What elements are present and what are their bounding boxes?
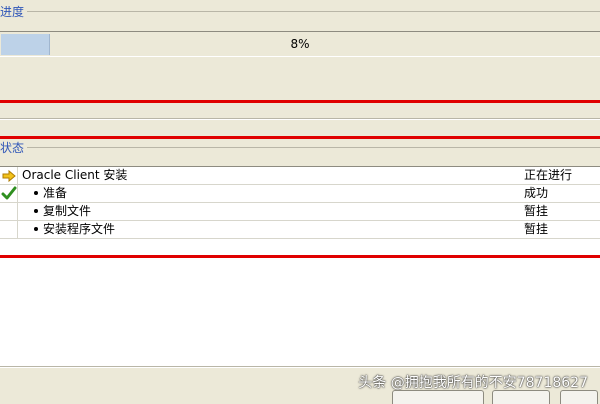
checkmark-icon: [1, 186, 17, 200]
status-row: 准备 成功: [0, 185, 600, 203]
divider-highlight: [0, 367, 600, 368]
section-divider: [0, 147, 600, 148]
row-status: 暂挂: [524, 204, 549, 218]
arrow-right-icon: [2, 169, 16, 183]
row-status: 暂挂: [524, 222, 549, 236]
row-label: 准备: [34, 185, 67, 202]
row-icon-cell: [0, 203, 18, 220]
status-section-title: 状态: [0, 141, 28, 155]
back-button[interactable]: [392, 390, 484, 404]
red-annotation-line: [0, 100, 600, 103]
row-label: 安装程序文件: [34, 221, 115, 238]
cancel-button[interactable]: [560, 390, 598, 404]
bullet-icon: [34, 226, 38, 231]
progress-percent-label: 8%: [290, 37, 310, 51]
row-status: 正在进行: [524, 168, 573, 182]
red-annotation-line: [0, 255, 600, 258]
row-label: Oracle Client 安装: [22, 168, 128, 182]
bullet-icon: [34, 208, 38, 213]
row-icon-cell: [0, 167, 18, 184]
status-row: 复制文件 暂挂: [0, 203, 600, 221]
bullet-icon: [34, 190, 38, 195]
progress-section-title: 进度: [0, 5, 28, 19]
next-button[interactable]: [492, 390, 550, 404]
row-status: 成功: [524, 186, 549, 200]
progress-bar: 8%: [0, 31, 600, 57]
divider-highlight: [0, 119, 600, 120]
row-icon-cell: [0, 185, 18, 202]
row-icon-cell: [0, 221, 18, 238]
red-annotation-line: [0, 136, 600, 139]
status-row: 安装程序文件 暂挂: [0, 221, 600, 239]
section-divider: [0, 11, 600, 12]
row-label: 复制文件: [34, 203, 91, 220]
watermark-text: 头条 @拥抱我所有的不安78718627: [358, 375, 588, 391]
status-row: Oracle Client 安装 正在进行: [0, 167, 600, 185]
status-list: Oracle Client 安装 正在进行 准备 成功 复制文件 暂挂 安装程序…: [0, 166, 600, 366]
